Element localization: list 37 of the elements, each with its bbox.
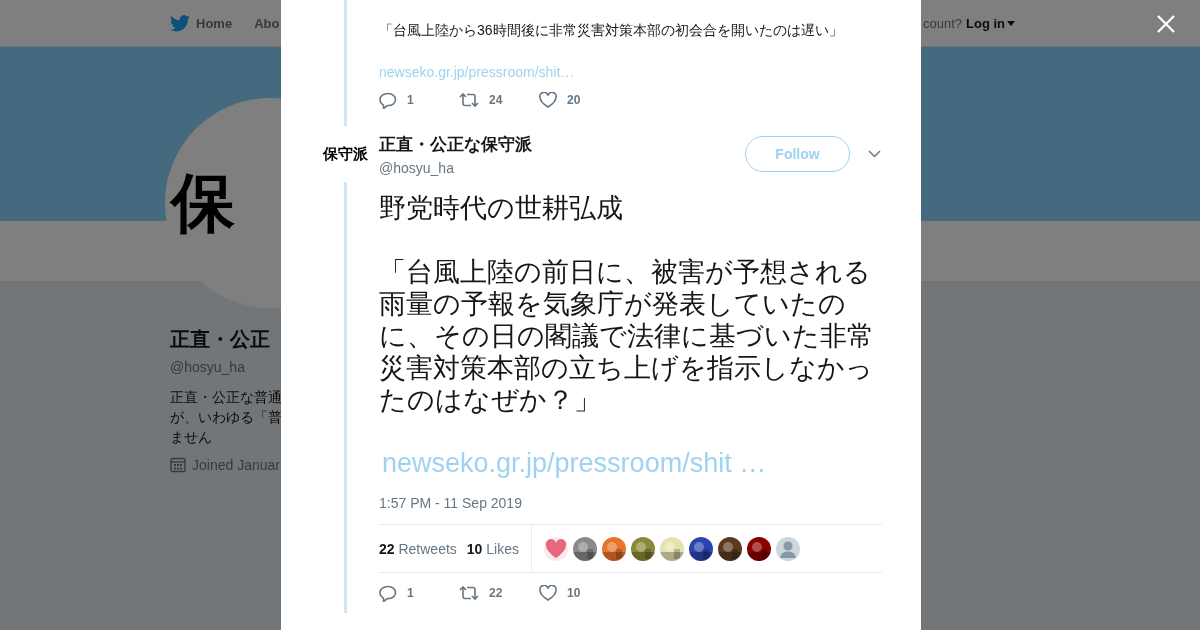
action-count: 20: [567, 93, 581, 107]
retweet-icon[interactable]: [459, 92, 479, 108]
caret-icon: [1007, 20, 1015, 26]
tweet-timestamp: 1:57 PM - 11 Sep 2019: [379, 495, 523, 511]
avatar-silhouette-icon[interactable]: [776, 536, 800, 561]
tweet-text: 野党時代の世耕弘成: [379, 192, 624, 224]
action-count: 24: [489, 93, 503, 107]
stat-count[interactable]: 22 Retweets: [379, 540, 457, 557]
heart-icon[interactable]: [539, 585, 557, 601]
stat-count[interactable]: 10 Likes: [466, 540, 519, 557]
account-prompt: count?: [922, 15, 962, 31]
bird-logo-icon: [170, 14, 190, 32]
tweet-text: 「台風上陸の前日に、被害が予想される雨量の予報を気象庁が発表していたのに、その日の閣議で法律に基づいた非常災害対策本部の立ち上げを指示しなかったのはなぜか？」: [379, 256, 875, 416]
action-count: 1: [407, 93, 414, 107]
reply-icon[interactable]: [379, 91, 397, 109]
action-count: 1: [407, 586, 414, 600]
chevron-down-icon[interactable]: [868, 150, 881, 158]
profile-bio-line: 正直・公正な普通: [170, 388, 282, 407]
tweet-text: 「台風上陸から36時間後に非常災害対策本部の初会合を開いたのは遅い」: [379, 21, 844, 40]
action-count: 10: [567, 586, 581, 600]
user-handle[interactable]: @hosyu_ha: [379, 159, 532, 176]
user-name[interactable]: 正直・公正な保守派: [379, 132, 532, 156]
action-count: 22: [489, 586, 503, 600]
heart-icon[interactable]: [539, 92, 557, 108]
retweet-icon[interactable]: [459, 585, 479, 601]
calendar-icon: [170, 457, 186, 473]
profile-name: 正直・公正: [170, 327, 270, 352]
reply-icon[interactable]: [379, 584, 397, 602]
nav-link[interactable]: Home: [170, 14, 233, 32]
joined-date: Joined Januar: [192, 457, 280, 473]
heart-avatar-icon[interactable]: [544, 536, 568, 561]
user-avatar[interactable]: 保守派: [320, 144, 370, 164]
nav-link[interactable]: Abo: [254, 15, 280, 31]
profile-bio-line: ません: [170, 428, 213, 447]
login-link[interactable]: Log in: [966, 15, 1015, 31]
profile-bio-line: が、いわゆる「普: [170, 408, 282, 427]
profile-handle: @hosyu_ha: [170, 359, 245, 375]
